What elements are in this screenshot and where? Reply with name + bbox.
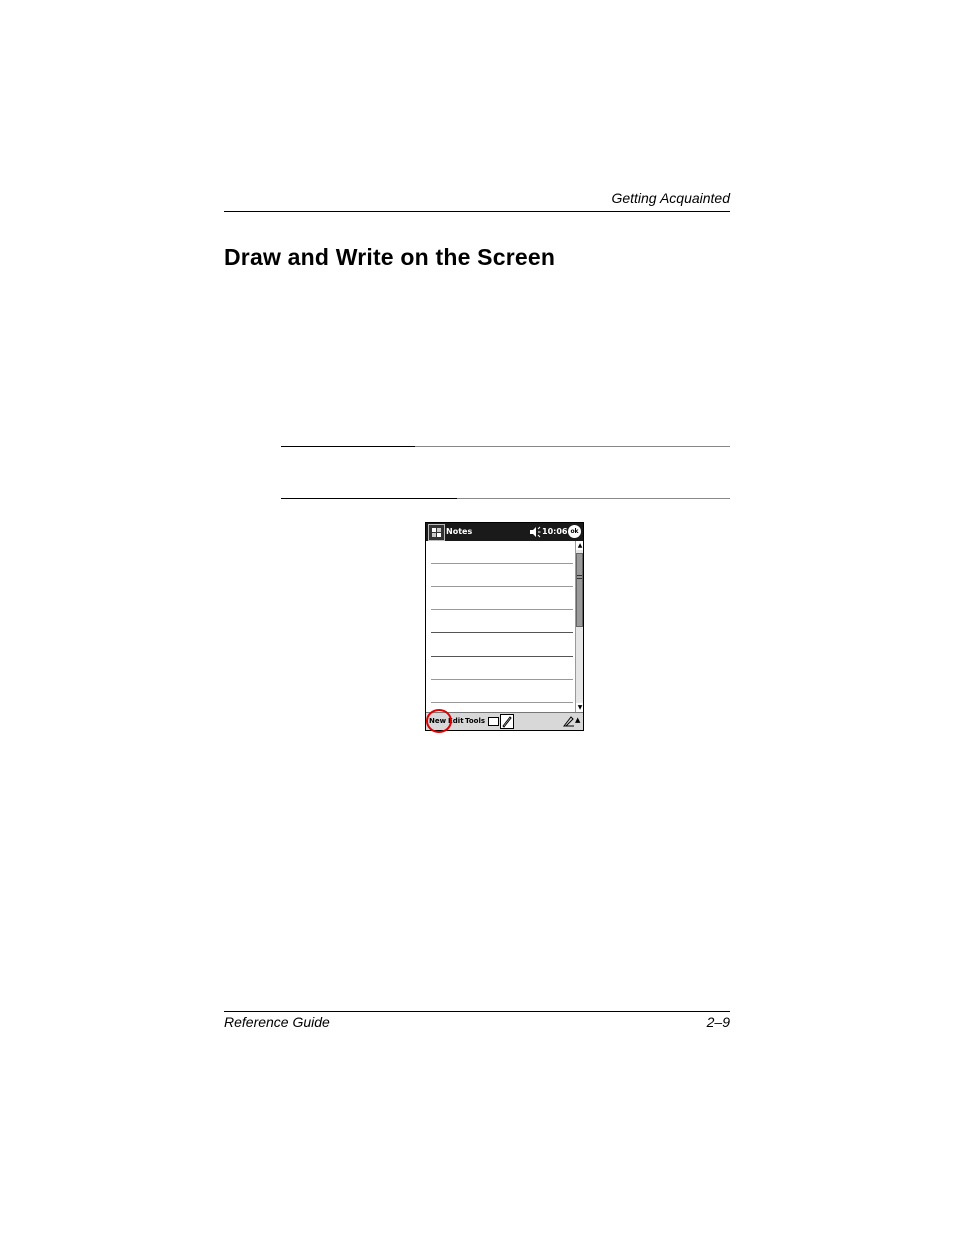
ruled-line bbox=[431, 679, 573, 680]
scroll-up-arrow-icon[interactable]: ▲ bbox=[576, 541, 583, 550]
section-title: Draw and Write on the Screen bbox=[224, 244, 556, 270]
input-selector-arrow-icon[interactable]: ▲ bbox=[575, 715, 580, 725]
ruled-line bbox=[431, 702, 573, 703]
header-rule bbox=[224, 211, 730, 212]
ruled-line bbox=[431, 609, 573, 610]
ruled-line bbox=[431, 586, 573, 587]
new-callout-circle bbox=[426, 709, 452, 733]
title-bar: Notes 10:06 ok bbox=[426, 523, 583, 541]
speaker-icon[interactable] bbox=[529, 526, 541, 538]
ok-button[interactable]: ok bbox=[568, 525, 581, 538]
pen-button[interactable] bbox=[500, 714, 514, 729]
clock[interactable]: 10:06 bbox=[542, 525, 567, 539]
page-number: 2–9 bbox=[706, 1014, 730, 1030]
start-flag-icon[interactable] bbox=[428, 524, 445, 541]
note-rule-top-ext bbox=[415, 446, 730, 447]
footer-rule bbox=[224, 1011, 730, 1012]
footer-title: Reference Guide bbox=[224, 1014, 330, 1030]
note-writing-area[interactable] bbox=[426, 541, 575, 712]
input-pen-icon[interactable] bbox=[563, 715, 575, 727]
keyboard-icon[interactable] bbox=[488, 717, 499, 726]
ruled-line bbox=[431, 563, 573, 564]
running-head: Getting Acquainted bbox=[611, 190, 730, 206]
ruled-line bbox=[431, 656, 573, 657]
device-screenshot: Notes 10:06 ok ▲ ▼ New Edit Tools ▲ bbox=[425, 522, 584, 731]
scroll-grip-icon bbox=[577, 575, 582, 579]
note-rule-bottom-ext bbox=[457, 498, 730, 499]
tools-menu[interactable]: Tools bbox=[465, 716, 485, 726]
scroll-thumb[interactable] bbox=[576, 553, 583, 627]
app-title: Notes bbox=[446, 527, 473, 536]
scroll-down-arrow-icon[interactable]: ▼ bbox=[576, 703, 583, 712]
note-rule-top bbox=[281, 446, 415, 447]
ruled-line bbox=[431, 632, 573, 633]
note-rule-bottom bbox=[281, 498, 457, 499]
vertical-scrollbar[interactable]: ▲ ▼ bbox=[575, 541, 583, 712]
pen-icon bbox=[502, 716, 512, 728]
